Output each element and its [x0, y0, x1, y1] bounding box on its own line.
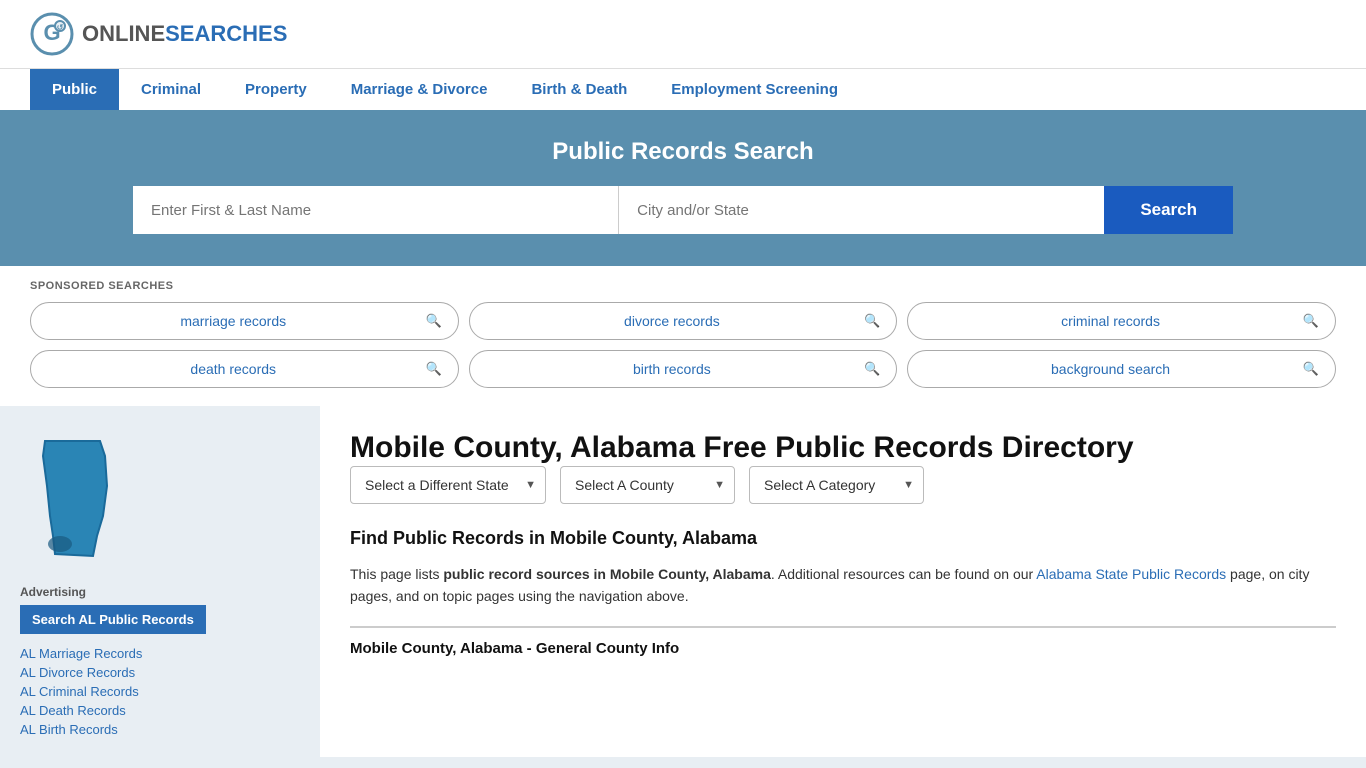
- alabama-map-icon: [20, 436, 130, 566]
- header: G ↺ ONLINESEARCHES: [0, 0, 1366, 68]
- advertising-section: Advertising Search AL Public Records AL …: [20, 585, 300, 737]
- search-icon: 🔍: [425, 313, 441, 329]
- sponsored-tag-birth[interactable]: birth records 🔍: [469, 350, 898, 388]
- logo[interactable]: G ↺ ONLINESEARCHES: [30, 12, 287, 56]
- sidebar-link-marriage[interactable]: AL Marriage Records: [20, 646, 300, 661]
- content-area: Advertising Search AL Public Records AL …: [0, 406, 1366, 757]
- search-icon: 🔍: [864, 313, 880, 329]
- svg-text:↺: ↺: [57, 23, 64, 32]
- search-button[interactable]: Search: [1104, 186, 1233, 234]
- state-records-link[interactable]: Alabama State Public Records: [1036, 566, 1226, 582]
- nav-item-marriage-divorce[interactable]: Marriage & Divorce: [329, 69, 510, 110]
- sponsored-label: SPONSORED SEARCHES: [30, 280, 1336, 292]
- sidebar-inner: Advertising Search AL Public Records AL …: [0, 406, 320, 757]
- sponsored-tag-marriage[interactable]: marriage records 🔍: [30, 302, 459, 340]
- state-selector-wrapper: Select a Different State: [350, 466, 546, 504]
- sponsored-section: SPONSORED SEARCHES marriage records 🔍 di…: [0, 266, 1366, 406]
- sponsored-grid: marriage records 🔍 divorce records 🔍 cri…: [30, 302, 1336, 388]
- directory-title: Mobile County, Alabama Free Public Recor…: [350, 426, 1134, 466]
- nav-item-public[interactable]: Public: [30, 69, 119, 110]
- sponsored-tag-criminal[interactable]: criminal records 🔍: [907, 302, 1336, 340]
- find-title: Find Public Records in Mobile County, Al…: [350, 528, 1336, 549]
- search-icon: 🔍: [1303, 313, 1319, 329]
- sidebar-link-death[interactable]: AL Death Records: [20, 703, 300, 718]
- search-al-button[interactable]: Search AL Public Records: [20, 605, 206, 634]
- search-icon: 🔍: [1303, 361, 1319, 377]
- search-icon: 🔍: [425, 361, 441, 377]
- nav-item-criminal[interactable]: Criminal: [119, 69, 223, 110]
- sidebar-link-divorce[interactable]: AL Divorce Records: [20, 665, 300, 680]
- sponsored-tag-death[interactable]: death records 🔍: [30, 350, 459, 388]
- directory-header: Mobile County, Alabama Free Public Recor…: [320, 406, 1366, 466]
- county-selector-wrapper: Select A County: [560, 466, 735, 504]
- location-input[interactable]: [619, 186, 1104, 234]
- hero-section: Public Records Search Search: [0, 110, 1366, 266]
- category-selector[interactable]: Select A Category: [749, 466, 924, 504]
- name-input[interactable]: [133, 186, 619, 234]
- main-nav: Public Criminal Property Marriage & Divo…: [0, 68, 1366, 110]
- search-bar: Search: [133, 186, 1233, 234]
- logo-icon: G ↺: [30, 12, 74, 56]
- sidebar-link-criminal[interactable]: AL Criminal Records: [20, 684, 300, 699]
- nav-item-employment[interactable]: Employment Screening: [649, 69, 860, 110]
- directory-body: Select a Different State Select A County…: [320, 466, 1366, 677]
- search-icon: 🔍: [864, 361, 880, 377]
- category-selector-wrapper: Select A Category: [749, 466, 924, 504]
- sponsored-tag-divorce[interactable]: divorce records 🔍: [469, 302, 898, 340]
- sponsored-tag-background[interactable]: background search 🔍: [907, 350, 1336, 388]
- sidebar-links: AL Marriage Records AL Divorce Records A…: [20, 646, 300, 737]
- logo-text: ONLINESEARCHES: [82, 21, 287, 47]
- main-content: Mobile County, Alabama Free Public Recor…: [320, 406, 1366, 757]
- advertising-label: Advertising: [20, 585, 300, 599]
- county-selector[interactable]: Select A County: [560, 466, 735, 504]
- description: This page lists public record sources in…: [350, 563, 1336, 608]
- sidebar-link-birth[interactable]: AL Birth Records: [20, 722, 300, 737]
- sidebar: Advertising Search AL Public Records AL …: [0, 406, 320, 757]
- nav-item-birth-death[interactable]: Birth & Death: [509, 69, 649, 110]
- hero-title: Public Records Search: [30, 138, 1336, 166]
- state-selector[interactable]: Select a Different State: [350, 466, 546, 504]
- nav-item-property[interactable]: Property: [223, 69, 329, 110]
- selectors: Select a Different State Select A County…: [350, 466, 1336, 504]
- county-info-header: Mobile County, Alabama - General County …: [350, 626, 1336, 657]
- state-map-container: [20, 426, 300, 569]
